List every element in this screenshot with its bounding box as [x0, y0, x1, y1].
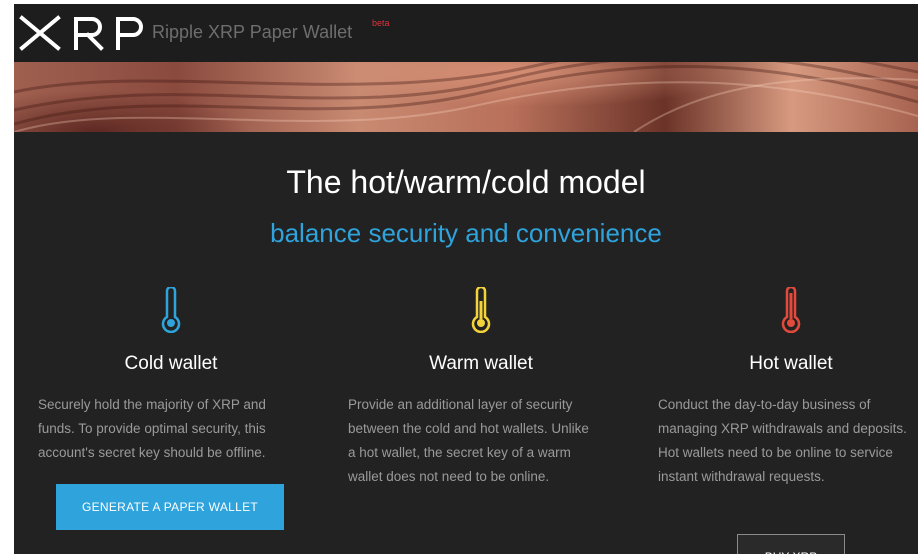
text-line: a hot wallet, the secret key of a warm [348, 445, 571, 460]
top-navbar: Ripple XRP Paper Wallet beta [14, 4, 918, 62]
generate-paper-wallet-button[interactable]: GENERATE A PAPER WALLET [56, 484, 284, 530]
thermometer-warm-icon [471, 287, 491, 333]
page-title: The hot/warm/cold model [286, 164, 646, 200]
warm-wallet-title: Warm wallet [429, 353, 533, 374]
cold-wallet-title: Cold wallet [124, 353, 218, 374]
text-line: Conduct the day-to-day business of [658, 397, 871, 412]
beta-badge: beta [372, 18, 390, 28]
hero-banner-image [14, 62, 918, 132]
text-line: Hot wallets need to be online to service [658, 445, 893, 460]
xrp-logo[interactable] [18, 12, 148, 54]
text-line: managing XRP withdrawals and deposits. [658, 421, 907, 436]
buy-xrp-button[interactable]: BUY XRP [737, 534, 845, 554]
page: Ripple XRP Paper Wallet beta The hot/war… [14, 4, 918, 554]
cold-wallet-description: Securely hold the majority of XRP and fu… [38, 393, 308, 465]
text-line: wallet does not need to be online. [348, 469, 550, 484]
thermometer-cold-icon [161, 287, 181, 333]
brand-name[interactable]: Ripple XRP Paper Wallet [152, 22, 352, 43]
text-line: account's secret key should be offline. [38, 445, 266, 460]
text-line: instant withdrawal requests. [658, 469, 825, 484]
hot-wallet-description: Conduct the day-to-day business of manag… [658, 393, 918, 489]
text-line: Securely hold the majority of XRP and [38, 397, 266, 412]
page-subtitle: balance security and convenience [270, 218, 662, 248]
warm-wallet-description: Provide an additional layer of security … [348, 393, 618, 489]
hot-wallet-title: Hot wallet [749, 353, 833, 374]
text-line: funds. To provide optimal security, this [38, 421, 266, 436]
thermometer-hot-icon [781, 287, 801, 333]
text-line: Provide an additional layer of security [348, 397, 573, 412]
text-line: between the cold and hot wallets. Unlike [348, 421, 589, 436]
